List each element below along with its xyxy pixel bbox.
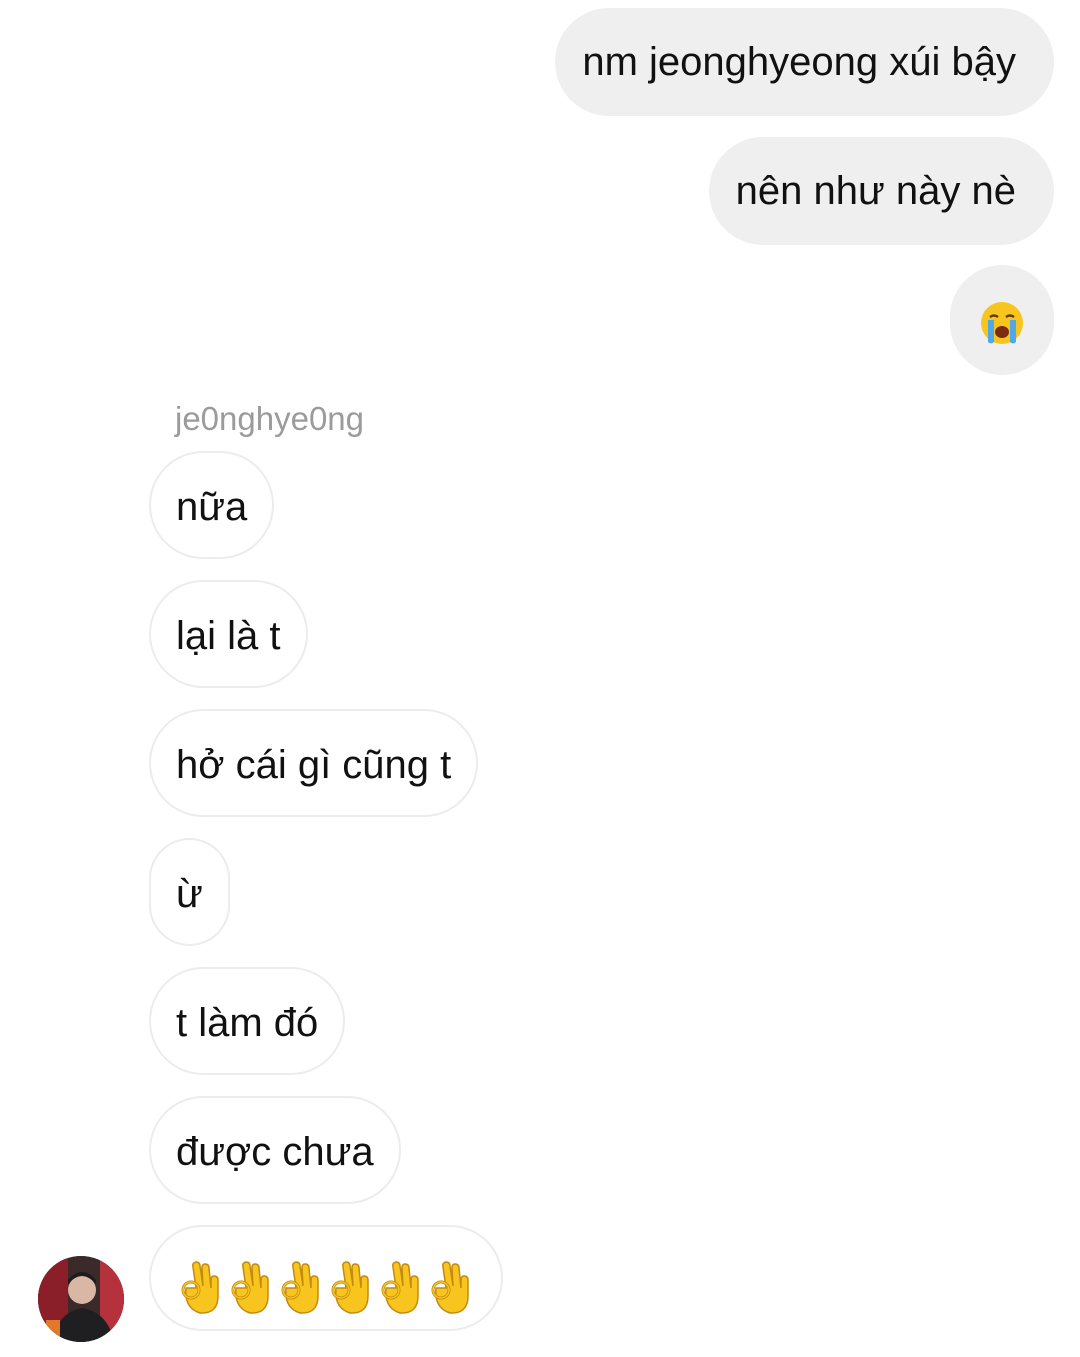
ok-hand-emoji (378, 1249, 424, 1314)
sent-emoji-bubble[interactable] (950, 265, 1054, 375)
message-text: được chưa (176, 1130, 374, 1174)
sender-name: je0nghye0ng (175, 400, 365, 437)
sent-message-bubble[interactable]: nên như này nè (708, 137, 1054, 245)
received-message-bubble[interactable]: lại là t (149, 580, 308, 688)
received-message-bubble[interactable]: ừ (149, 838, 230, 946)
message-text: ừ (176, 872, 203, 916)
ok-hand-emoji (178, 1249, 224, 1314)
received-message-bubble[interactable]: nữa (149, 451, 275, 559)
avatar[interactable] (38, 1256, 124, 1342)
message-text: lại là t (176, 614, 281, 658)
received-message-bubble[interactable]: t làm đó (149, 967, 346, 1075)
message-text: nên như này nè (735, 169, 1016, 213)
ok-hand-emoji (278, 1249, 324, 1314)
received-emoji-bubble[interactable] (149, 1225, 503, 1331)
ok-hand-emoji-row (178, 1227, 474, 1329)
sent-message-bubble[interactable]: nm jeonghyeong xúi bậy (555, 8, 1054, 116)
message-text: nm jeonghyeong xúi bậy (582, 40, 1016, 84)
received-message-bubble[interactable]: được chưa (149, 1096, 401, 1204)
message-text: nữa (176, 485, 248, 529)
received-message-bubble[interactable]: hở cái gì cũng t (149, 709, 479, 817)
ok-hand-emoji (428, 1249, 474, 1314)
ok-hand-emoji (328, 1249, 374, 1314)
crying-face-emoji (979, 300, 1025, 344)
message-text: hở cái gì cũng t (176, 743, 452, 787)
message-text: t làm đó (176, 1001, 319, 1045)
ok-hand-emoji (228, 1249, 274, 1314)
